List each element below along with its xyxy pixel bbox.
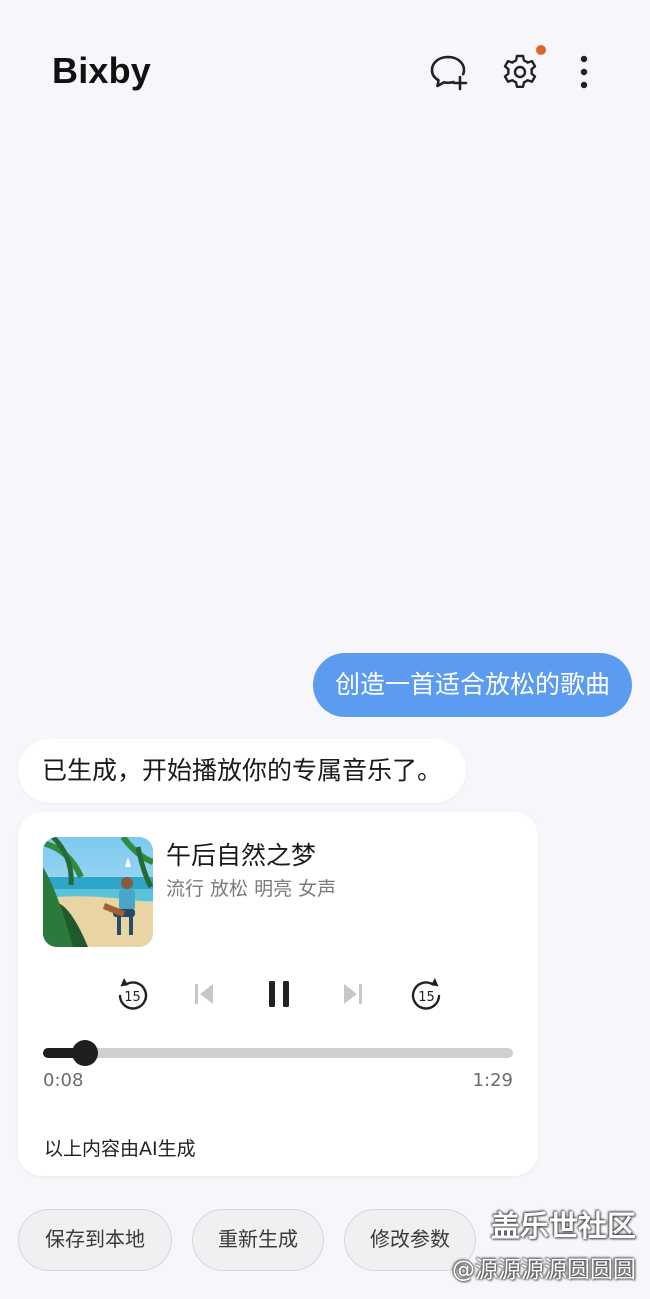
skip-next-icon [344, 984, 362, 1004]
more-vertical-icon [580, 55, 588, 89]
rewind-15-icon: 15 [118, 978, 148, 1010]
forward-15-icon: 15 [411, 978, 441, 1010]
bixby-screen: Bixby 创造一首适合放松的歌曲 已生成，开始播放你的专属音乐了。 午后自然之… [0, 0, 650, 1299]
settings-button[interactable] [496, 48, 544, 96]
next-track-button[interactable] [331, 972, 375, 1016]
total-duration: 1:29 [472, 1070, 513, 1091]
chat-plus-icon [430, 55, 468, 91]
user-message-bubble: 创造一首适合放松的歌曲 [312, 653, 632, 717]
pause-button[interactable] [257, 972, 301, 1016]
app-title: Bixby [52, 50, 152, 91]
ai-generated-notice: 以上内容由AI生成 [44, 1138, 196, 1160]
watermark-user: @源源源源圆圆圆 [452, 1257, 636, 1283]
rewind-seconds-label: 15 [124, 990, 141, 1005]
forward-seconds-label: 15 [418, 990, 435, 1005]
album-cover-illustration [43, 837, 153, 947]
album-cover [43, 837, 153, 947]
skip-previous-icon [195, 984, 213, 1004]
song-title: 午后自然之梦 [166, 841, 317, 870]
previous-track-button[interactable] [182, 972, 226, 1016]
gear-icon [503, 54, 537, 88]
watermark-site: 盖乐世社区 [490, 1209, 636, 1243]
rewind-15-button[interactable]: 15 [110, 972, 154, 1016]
song-tags: 流行 放松 明亮 女声 [166, 878, 337, 900]
progress-bar[interactable] [43, 1040, 513, 1066]
forward-15-button[interactable]: 15 [405, 972, 449, 1016]
settings-notification-dot [536, 45, 546, 55]
new-chat-button[interactable] [424, 48, 472, 96]
progress-handle[interactable] [72, 1040, 98, 1066]
current-time: 0:08 [43, 1070, 84, 1091]
assistant-message-bubble: 已生成，开始播放你的专属音乐了。 [18, 739, 467, 803]
save-locally-button[interactable]: 保存到本地 [18, 1209, 172, 1271]
regenerate-button[interactable]: 重新生成 [192, 1209, 324, 1271]
more-options-button[interactable] [560, 48, 608, 96]
music-player-card: 午后自然之梦 流行 放松 明亮 女声 15 15 0:08 1:29 以上内容由… [18, 812, 538, 1176]
pause-icon [269, 981, 289, 1007]
